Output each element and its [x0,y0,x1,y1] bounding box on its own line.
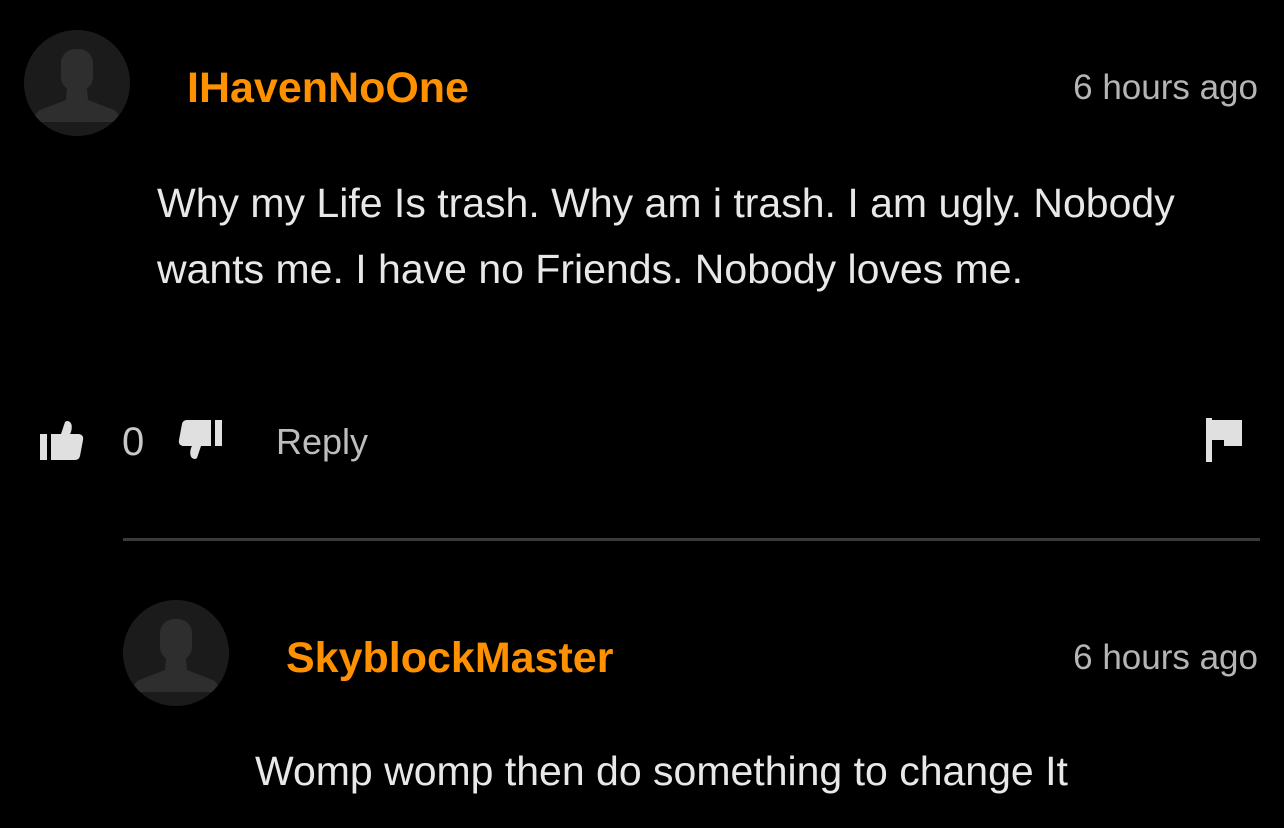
reply-body: Womp womp then do something to change It [255,748,1068,794]
reply-timestamp: 6 hours ago [1073,638,1258,677]
thumbs-down-icon[interactable] [178,420,222,462]
reply-button[interactable]: Reply [276,418,368,466]
comment-username[interactable]: IHavenNoOne [187,63,469,113]
reply-avatar[interactable] [123,600,229,706]
user-silhouette-icon [24,30,130,136]
flag-icon[interactable] [1206,418,1242,462]
vote-count: 0 [122,420,145,464]
thumbs-up-icon[interactable] [40,420,84,462]
avatar[interactable] [24,30,130,136]
comment-timestamp: 6 hours ago [1073,68,1258,107]
comment-actions: 0 Reply [40,414,1250,470]
comment-divider [123,538,1260,541]
comment-body: Why my Life Is trash. Why am i trash. I … [157,180,1175,292]
user-silhouette-icon [123,600,229,706]
reply-username[interactable]: SkyblockMaster [286,633,613,683]
